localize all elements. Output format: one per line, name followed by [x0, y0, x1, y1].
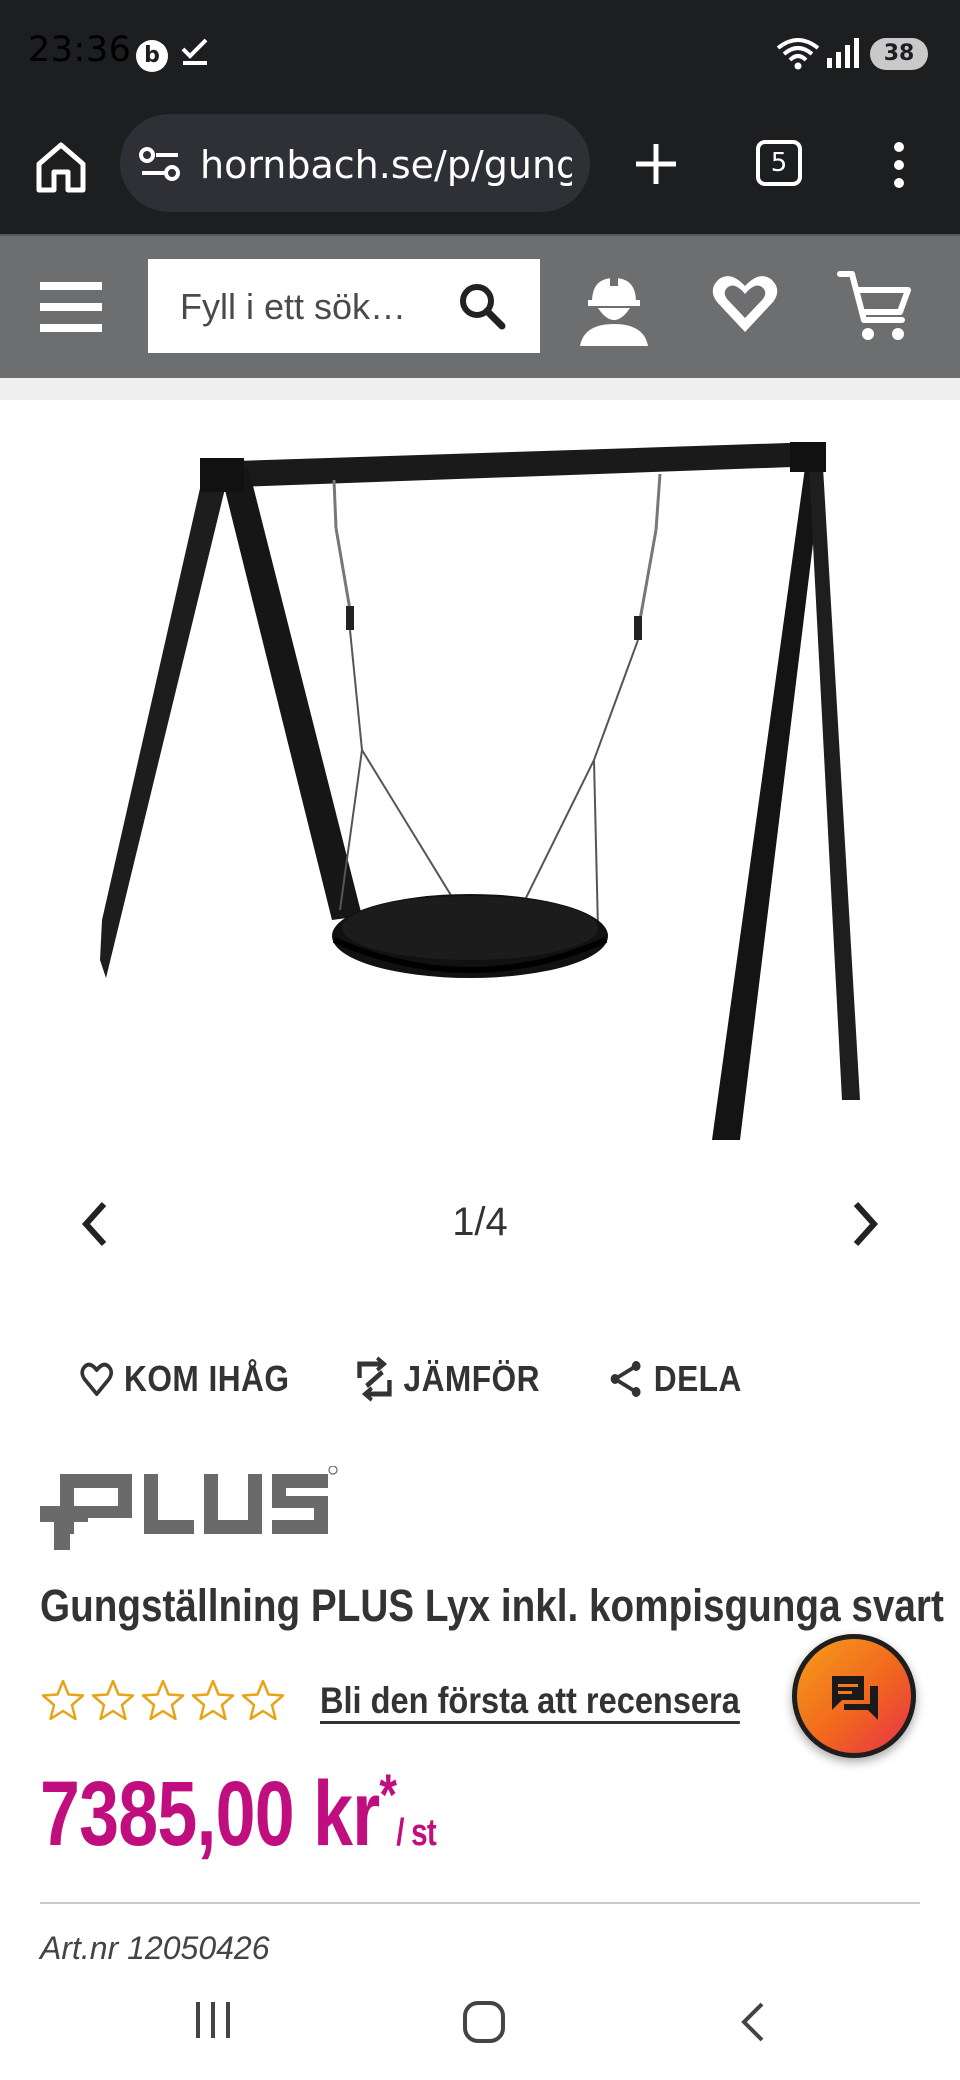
gallery-next-icon[interactable] — [848, 1198, 882, 1250]
share-button[interactable]: DELA — [608, 1354, 742, 1404]
product-image-swing-set[interactable] — [100, 440, 880, 1150]
notification-badge-icon: b — [136, 40, 168, 72]
recent-apps-icon[interactable] — [192, 2000, 234, 2040]
back-icon[interactable] — [738, 2000, 768, 2044]
share-icon — [610, 1361, 641, 1397]
signal-icon — [827, 38, 859, 68]
write-review-link[interactable]: Bli den första att recensera — [320, 1680, 740, 1722]
share-label: DELA — [653, 1358, 742, 1399]
compare-button[interactable]: JÄMFÖR — [356, 1354, 540, 1404]
new-tab-icon[interactable] — [630, 138, 682, 190]
gallery-counter: 1/4 — [452, 1200, 508, 1244]
account-icon[interactable] — [574, 268, 654, 348]
home-nav-icon[interactable] — [462, 2000, 506, 2044]
star-outline-icon — [41, 1679, 85, 1721]
compare-arrows-icon — [357, 1356, 392, 1402]
product-price: 7385,00 kr*/ st — [40, 1762, 437, 1867]
star-outline-icon — [191, 1679, 235, 1721]
wishlist-heart-icon[interactable] — [710, 272, 780, 336]
price-asterisk[interactable]: * — [379, 1763, 397, 1828]
site-settings-icon[interactable] — [138, 146, 182, 182]
url-text[interactable]: hornbach.se/p/gungstallning-plus-lyx-ink… — [200, 140, 572, 190]
battery-indicator: 38 — [870, 38, 928, 70]
product-title: Gungställning PLUS Lyx inkl. kompisgunga… — [40, 1580, 944, 1631]
chat-icon — [832, 1676, 878, 1720]
heart-outline-icon — [80, 1362, 113, 1396]
gallery-prev-icon[interactable] — [78, 1198, 112, 1250]
header-divider-strip — [0, 378, 960, 400]
remember-button[interactable]: KOM IHÅG — [80, 1354, 289, 1404]
price-unit: / st — [396, 1812, 436, 1854]
star-outline-icon — [141, 1679, 185, 1721]
cart-icon[interactable] — [836, 266, 916, 346]
star-outline-icon — [91, 1679, 135, 1721]
task-check-icon — [181, 38, 208, 65]
tab-switcher-button[interactable]: 5 — [756, 140, 802, 186]
price-amount: 7385,00 kr — [40, 1763, 380, 1865]
brand-logo-plus[interactable] — [40, 1466, 340, 1558]
more-options-icon[interactable] — [884, 140, 914, 190]
status-time: 23:36 — [28, 30, 132, 70]
wifi-icon — [776, 38, 820, 70]
remember-label: KOM IHÅG — [124, 1358, 290, 1399]
search-input[interactable] — [180, 282, 430, 332]
rating-stars — [40, 1678, 286, 1722]
divider — [40, 1902, 920, 1904]
menu-icon[interactable] — [40, 280, 102, 334]
compare-label: JÄMFÖR — [403, 1358, 540, 1399]
home-icon[interactable] — [30, 136, 92, 198]
search-icon[interactable] — [458, 282, 506, 330]
star-outline-icon — [241, 1679, 285, 1721]
article-number: Art.nr 12050426 — [40, 1930, 270, 1966]
